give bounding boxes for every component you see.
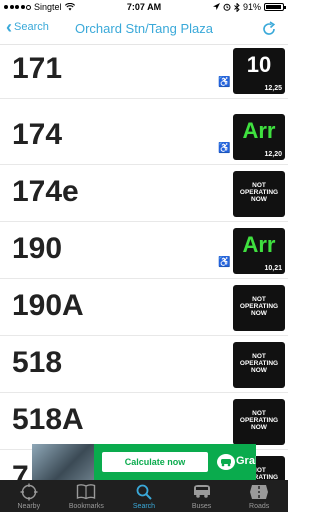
- tab-buses[interactable]: Buses: [173, 480, 231, 512]
- search-icon: [136, 484, 152, 500]
- table-row[interactable]: 518A NOT OPERATING NOW: [0, 393, 288, 450]
- arrival-main: 10: [246, 52, 272, 77]
- alarm-icon: [223, 3, 231, 11]
- bus-number: 518A: [12, 403, 84, 436]
- tab-label: Buses: [191, 503, 212, 510]
- bus-number: 190A: [12, 289, 84, 322]
- page-title: Orchard Stn/Tang Plaza: [74, 21, 214, 36]
- status-bar: Singtel 7:07 AM 91%: [0, 0, 288, 14]
- arrival-badge: NOT OPERATING NOW: [233, 399, 285, 445]
- wheelchair-icon: ♿: [218, 257, 231, 268]
- arrival-badge: NOT OPERATING NOW: [233, 342, 285, 388]
- bus-number: 190: [12, 232, 63, 265]
- tab-search[interactable]: Search: [115, 480, 173, 512]
- tab-bar: Nearby Bookmarks Search Buses Roads: [0, 480, 288, 512]
- road-icon: [250, 485, 269, 499]
- bus-number: 174: [12, 118, 63, 151]
- ad-cta-button[interactable]: Calculate now: [102, 452, 208, 472]
- arrival-sub: 10,21: [264, 265, 282, 272]
- book-icon: [77, 484, 96, 500]
- tab-nearby[interactable]: Nearby: [0, 480, 58, 512]
- wheelchair-icon: ♿: [218, 77, 231, 88]
- battery-percent: 91%: [242, 2, 261, 12]
- table-row[interactable]: 171 ♿ 10 12,25: [0, 44, 288, 99]
- ad-brand: Grab: [236, 455, 256, 467]
- crosshair-icon: [20, 483, 38, 501]
- arrival-main: NOT OPERATING NOW: [239, 182, 279, 203]
- bus-icon: [193, 485, 210, 498]
- arrival-main: Arr: [242, 118, 276, 143]
- table-row[interactable]: 174e NOT OPERATING NOW: [0, 165, 288, 222]
- tab-bookmarks[interactable]: Bookmarks: [58, 480, 116, 512]
- arrival-main: NOT OPERATING NOW: [239, 410, 279, 431]
- bus-arrival-list: 171 ♿ 10 12,25 174 ♿ Arr 12,20 174e NOT …: [0, 44, 288, 480]
- battery-icon: [264, 3, 286, 11]
- bus-number: 171: [12, 52, 63, 85]
- arrival-badge: 10 12,25: [233, 48, 285, 94]
- table-row[interactable]: 518 NOT OPERATING NOW: [0, 336, 288, 393]
- tab-label: Roads: [249, 503, 270, 510]
- bus-number: 174e: [12, 175, 79, 208]
- arrival-main: NOT OPERATING NOW: [239, 353, 279, 374]
- arrival-badge: NOT OPERATING NOW: [233, 171, 285, 217]
- tab-roads[interactable]: Roads: [230, 480, 288, 512]
- wheelchair-icon: ♿: [218, 143, 231, 154]
- tab-label: Nearby: [17, 503, 41, 510]
- location-icon: [212, 3, 220, 10]
- arrival-badge: NOT OPERATING NOW: [233, 285, 285, 331]
- bus-number: 7: [12, 460, 29, 480]
- status-right: 91%: [212, 2, 286, 12]
- table-row[interactable]: 190 ♿ Arr 10,21: [0, 222, 288, 279]
- tab-label: Search: [132, 503, 156, 510]
- tab-label: Bookmarks: [68, 503, 104, 510]
- arrival-badge: Arr 12,20: [233, 114, 285, 160]
- table-row[interactable]: 174 ♿ Arr 12,20: [0, 108, 288, 165]
- grab-logo-icon: [217, 454, 235, 470]
- ad-image: [32, 444, 94, 480]
- refresh-icon[interactable]: [260, 20, 278, 38]
- arrival-main: NOT OPERATING NOW: [239, 296, 279, 317]
- ad-banner[interactable]: Calculate now Grab: [32, 444, 256, 480]
- arrival-sub: 12,20: [264, 151, 282, 158]
- table-row[interactable]: 190A NOT OPERATING NOW: [0, 279, 288, 336]
- arrival-main: Arr: [242, 232, 276, 257]
- arrival-badge: Arr 10,21: [233, 228, 285, 274]
- arrival-sub: 12,25: [264, 85, 282, 92]
- bluetooth-icon: [234, 2, 240, 12]
- bus-number: 518: [12, 346, 63, 379]
- navigation-bar: ‹ Search Orchard Stn/Tang Plaza: [0, 14, 288, 45]
